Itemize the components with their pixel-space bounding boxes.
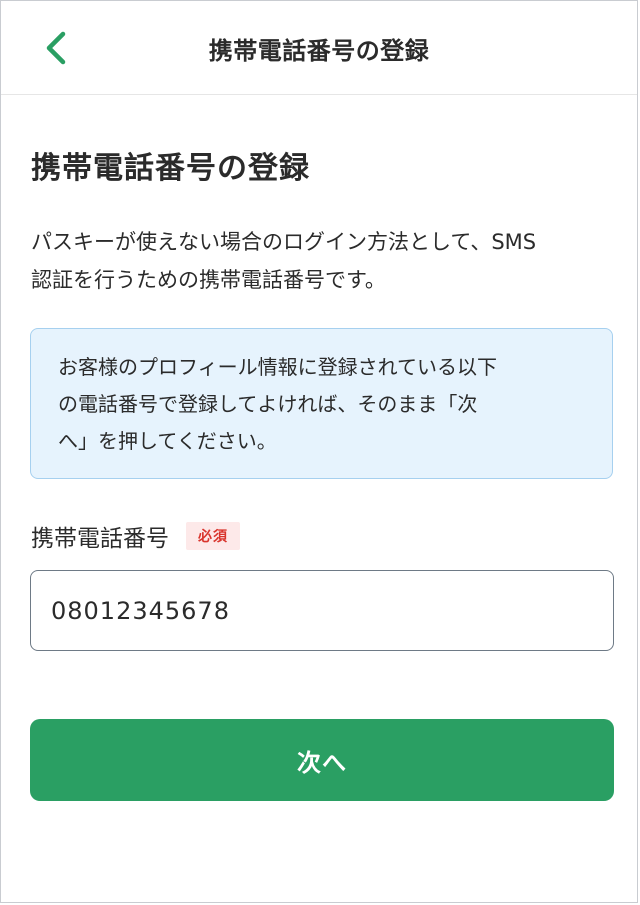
description-line: パスキーが使えない場合のログイン方法として、SMS bbox=[31, 230, 537, 254]
notice-text: お客様のプロフィール情報に登録されている以下 の電話番号で登録してよければ、その… bbox=[58, 349, 584, 460]
phone-field-label-row: 携帯電話番号 必須 bbox=[31, 519, 240, 553]
app-header: 携帯電話番号の登録 bbox=[1, 1, 637, 95]
notice-line: の電話番号で登録してよければ、そのまま「次 bbox=[58, 392, 478, 416]
header-title: 携帯電話番号の登録 bbox=[208, 37, 430, 65]
notice-line: へ」を押してください。 bbox=[58, 429, 277, 453]
page-title: 携帯電話番号の登録 bbox=[31, 151, 310, 186]
description-text: パスキーが使えない場合のログイン方法として、SMS 認証を行うための携帯電話番号… bbox=[31, 223, 621, 299]
phone-field-label: 携帯電話番号 bbox=[31, 526, 169, 552]
required-badge: 必須 bbox=[186, 522, 240, 550]
description-line: 認証を行うための携帯電話番号です。 bbox=[31, 268, 386, 292]
phone-number-input[interactable] bbox=[30, 570, 614, 651]
next-button[interactable]: 次へ bbox=[30, 719, 614, 801]
info-notice-box: お客様のプロフィール情報に登録されている以下 の電話番号で登録してよければ、その… bbox=[30, 328, 613, 479]
notice-line: お客様のプロフィール情報に登録されている以下 bbox=[58, 355, 497, 379]
screen-frame: 携帯電話番号の登録 携帯電話番号の登録 パスキーが使えない場合のログイン方法とし… bbox=[0, 0, 638, 903]
